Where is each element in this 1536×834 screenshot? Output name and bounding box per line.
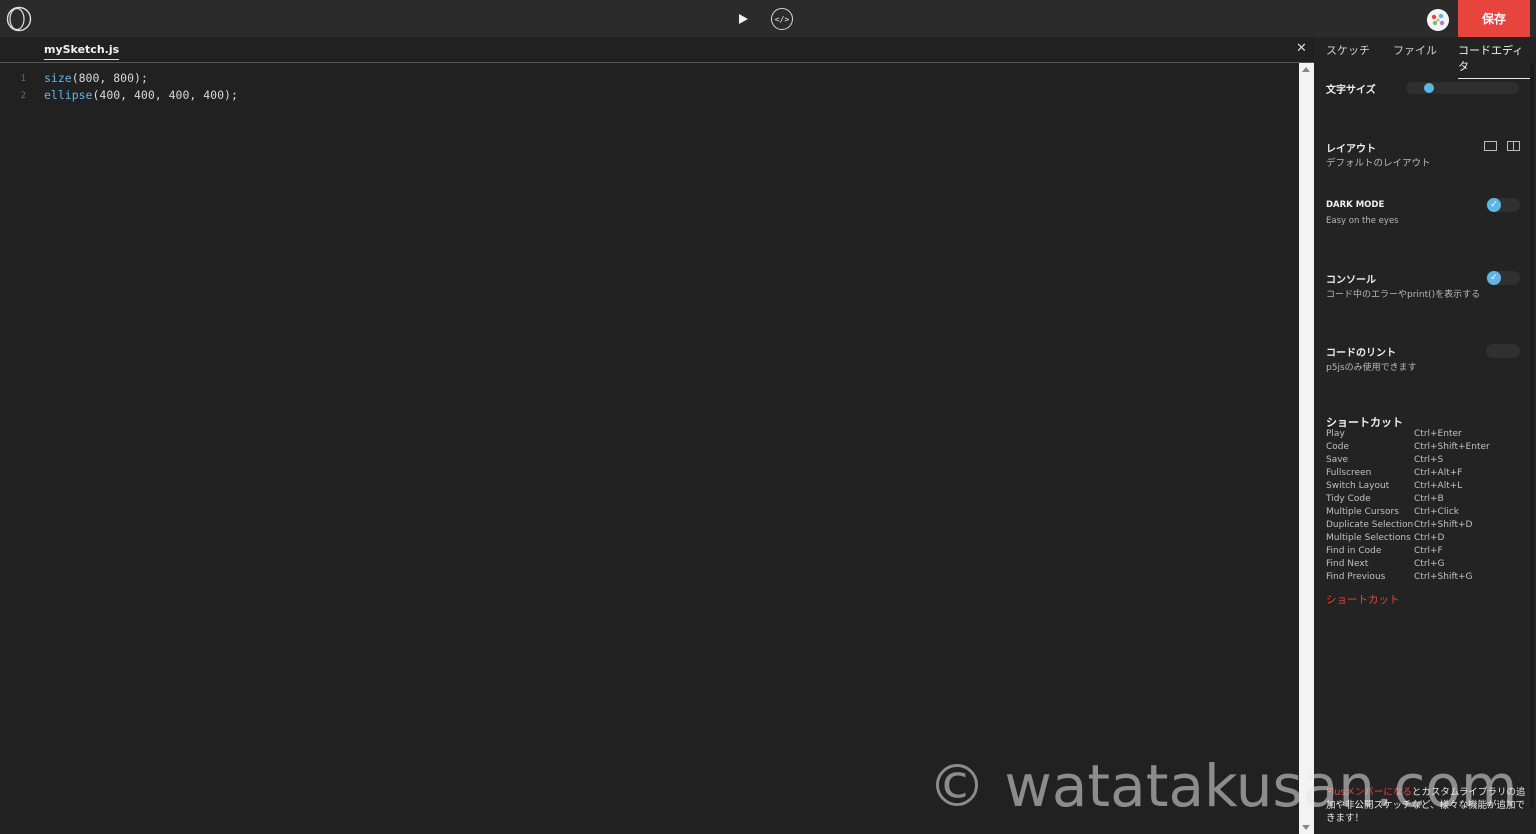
panel-tabs: スケッチ ファイル コードエディタ (1314, 37, 1530, 79)
top-toolbar: </> 保存 (0, 0, 1536, 38)
settings-panel: スケッチ ファイル コードエディタ 文字サイズ レイアウト デフォルトのレイアウ… (1314, 37, 1536, 834)
font-size-slider[interactable] (1406, 82, 1519, 94)
dark-mode-description: Easy on the eyes (1326, 216, 1399, 226)
shortcut-row: Multiple Selections Ctrl+D (1326, 533, 1526, 546)
shortcut-action: Save (1326, 455, 1349, 465)
shortcut-action: Find Next (1326, 559, 1369, 569)
shortcuts-link[interactable]: ショートカット (1326, 592, 1400, 607)
code-lint-label: コードのリント (1326, 348, 1396, 359)
shortcuts-title: ショートカット (1326, 416, 1403, 429)
layout-default-icon[interactable] (1484, 141, 1497, 151)
plus-member-link[interactable]: Plusメンバーになる (1326, 787, 1412, 798)
shortcut-action: Code (1326, 442, 1350, 452)
line-number: 2 (20, 91, 26, 101)
font-size-slider-handle[interactable] (1424, 83, 1434, 93)
shortcut-row: Fullscreen Ctrl+Alt+F (1326, 468, 1526, 481)
tab-code-editor[interactable]: コードエディタ (1458, 42, 1530, 79)
code-line[interactable]: size(800, 800); (44, 70, 238, 87)
plus-promo: Plusメンバーになるとカスタムライブラリの追加や非公開スケッチなど、様々な機能… (1326, 786, 1526, 825)
shortcut-row: Find Previous Ctrl+Shift+G (1326, 572, 1526, 585)
shortcut-row: Play Ctrl+Enter (1326, 429, 1526, 442)
shortcut-row: Code Ctrl+Shift+Enter (1326, 442, 1526, 455)
code-lines[interactable]: size(800, 800); ellipse(400, 400, 400, 4… (44, 70, 238, 104)
tab-sketch[interactable]: スケッチ (1326, 42, 1370, 58)
line-number-gutter: 1 2 (0, 71, 26, 105)
console-description: コード中のエラーやprint()を表示する (1326, 290, 1481, 300)
code-icon: </> (774, 14, 790, 24)
shortcut-keys: Ctrl+D (1414, 533, 1445, 543)
shortcut-row: Find Next Ctrl+G (1326, 559, 1526, 572)
function-args: (400, 400, 400, 400); (92, 88, 238, 102)
layout-split-icon[interactable] (1507, 141, 1520, 151)
editor-tab-bar: mySketch.js ✕ (0, 37, 1314, 63)
code-line[interactable]: ellipse(400, 400, 400, 400); (44, 87, 238, 104)
console-label: コンソール (1326, 275, 1376, 286)
shortcut-keys: Ctrl+Alt+L (1414, 481, 1463, 491)
code-editor[interactable]: 1 2 size(800, 800); ellipse(400, 400, 40… (0, 63, 1299, 834)
shortcut-row: Duplicate Selection Ctrl+Shift+D (1326, 520, 1526, 533)
shortcut-keys: Ctrl+F (1414, 546, 1443, 556)
editor-scrollbar[interactable] (1299, 63, 1314, 834)
shortcut-row: Save Ctrl+S (1326, 455, 1526, 468)
shortcut-row: Multiple Cursors Ctrl+Click (1326, 507, 1526, 520)
shortcut-keys: Ctrl+Shift+D (1414, 520, 1473, 530)
panel-scrollbar[interactable] (1530, 63, 1534, 808)
file-tab-mysketch[interactable]: mySketch.js (44, 43, 120, 60)
shortcut-keys: Ctrl+Click (1414, 507, 1459, 517)
shortcut-keys: Ctrl+Enter (1414, 429, 1462, 439)
shortcut-keys: Ctrl+Shift+G (1414, 572, 1473, 582)
shortcut-action: Multiple Cursors (1326, 507, 1399, 517)
shortcut-action: Fullscreen (1326, 468, 1372, 478)
code-lint-toggle[interactable] (1486, 344, 1520, 358)
shortcuts-list: Play Ctrl+Enter Code Ctrl+Shift+Enter Save… (1326, 429, 1526, 585)
close-icon[interactable]: ✕ (1296, 41, 1307, 56)
dark-mode-label: DARK MODE (1326, 200, 1385, 210)
shortcut-keys: Ctrl+S (1414, 455, 1444, 465)
function-name: ellipse (44, 88, 93, 102)
layout-label: レイアウト (1326, 144, 1376, 155)
play-icon[interactable] (735, 11, 751, 27)
shortcut-row: Switch Layout Ctrl+Alt+L (1326, 481, 1526, 494)
font-size-label: 文字サイズ (1326, 85, 1376, 96)
shortcut-action: Find in Code (1326, 546, 1382, 556)
shortcut-action: Tidy Code (1326, 494, 1371, 504)
scroll-up-icon[interactable] (1302, 67, 1310, 72)
save-button[interactable]: 保存 (1458, 0, 1530, 37)
shortcut-action: Find Previous (1326, 572, 1386, 582)
check-icon: ✓ (1487, 271, 1501, 285)
shortcut-row: Tidy Code Ctrl+B (1326, 494, 1526, 507)
shortcut-action: Duplicate Selection (1326, 520, 1414, 530)
dark-mode-toggle[interactable]: ✓ (1486, 198, 1520, 212)
shortcut-keys: Ctrl+B (1414, 494, 1444, 504)
shortcut-action: Switch Layout (1326, 481, 1390, 491)
scroll-down-icon[interactable] (1302, 825, 1310, 830)
layout-description: デフォルトのレイアウト (1326, 158, 1431, 169)
shortcut-keys: Ctrl+Shift+Enter (1414, 442, 1490, 452)
user-avatar-icon[interactable] (1427, 9, 1449, 31)
console-toggle[interactable]: ✓ (1486, 271, 1520, 285)
shortcut-keys: Ctrl+G (1414, 559, 1445, 569)
line-number: 1 (20, 74, 26, 84)
tab-files[interactable]: ファイル (1393, 42, 1437, 58)
function-name: size (44, 71, 72, 85)
shortcut-row: Find in Code Ctrl+F (1326, 546, 1526, 559)
shortcut-keys: Ctrl+Alt+F (1414, 468, 1463, 478)
check-icon: ✓ (1487, 198, 1501, 212)
code-toggle-button[interactable]: </> (771, 8, 793, 30)
openprocessing-logo-icon[interactable] (6, 6, 32, 32)
code-lint-description: p5jsのみ使用できます (1326, 363, 1417, 373)
function-args: (800, 800); (71, 71, 148, 85)
shortcut-action: Play (1326, 429, 1345, 439)
shortcut-action: Multiple Selections (1326, 533, 1411, 543)
